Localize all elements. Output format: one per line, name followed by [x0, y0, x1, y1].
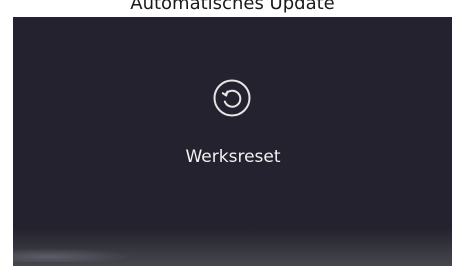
- reset-icon: [212, 78, 252, 118]
- screen-bottom-glare: [13, 248, 133, 262]
- device-screen: Werksreset: [13, 17, 452, 266]
- factory-reset-button[interactable]: Werksreset: [183, 72, 283, 182]
- factory-reset-label: Werksreset: [185, 147, 281, 167]
- menu-item-auto-update-label[interactable]: Automatisches Update: [0, 0, 465, 16]
- page: Automatisches Update Werksreset: [0, 0, 465, 268]
